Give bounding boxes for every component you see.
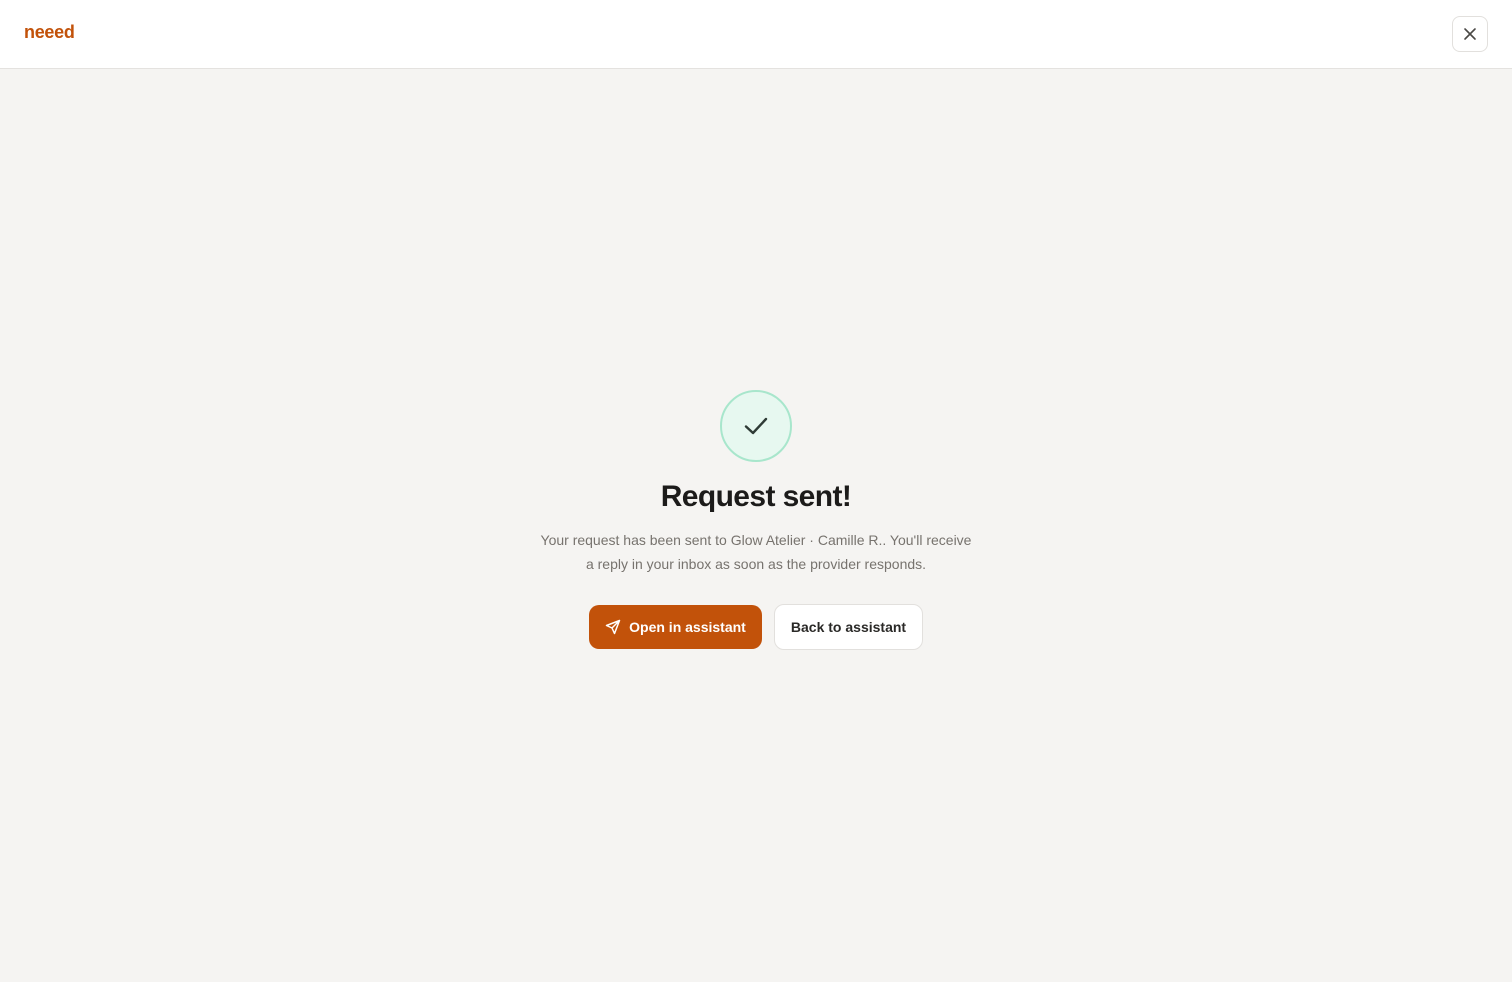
logo[interactable]: neeed — [24, 22, 75, 43]
success-indicator — [720, 390, 792, 462]
checkmark-icon — [742, 412, 770, 440]
back-to-assistant-button[interactable]: Back to assistant — [774, 604, 923, 650]
open-in-assistant-label: Open in assistant — [629, 619, 746, 635]
close-button[interactable] — [1452, 16, 1488, 52]
confirmation-message: Your request has been sent to Glow Ateli… — [540, 532, 972, 572]
open-in-assistant-button[interactable]: Open in assistant — [589, 605, 762, 649]
top-bar: neeed — [0, 0, 1512, 69]
page-title: Request sent! — [660, 480, 852, 513]
back-to-assistant-label: Back to assistant — [790, 619, 907, 635]
send-icon — [605, 619, 621, 635]
close-icon — [1463, 27, 1477, 41]
